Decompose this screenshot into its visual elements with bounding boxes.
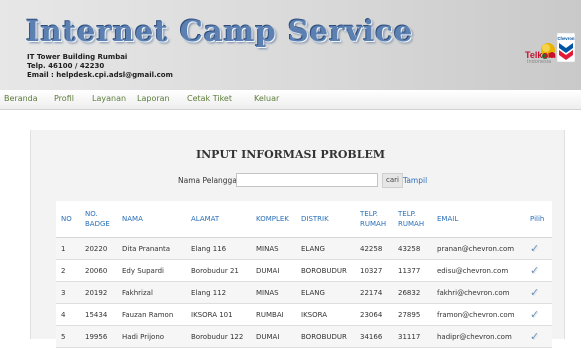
cell-telp-rumah: 34166 — [355, 325, 393, 348]
select-cell: ✓ — [525, 237, 552, 260]
cell-distrik: BOROBUDUR — [296, 325, 355, 348]
site-header: Internet Camp Service IT Tower Building … — [0, 0, 581, 90]
cell-distrik: ELANG — [296, 281, 355, 304]
contact-phone: Telp. 46100 / 42230 — [27, 62, 105, 70]
main-nav: Beranda Profil Layanan Laporan Cetak Tik… — [0, 90, 581, 110]
col-header-nama: NAMA — [117, 201, 186, 238]
search-button[interactable]: cari — [382, 173, 403, 188]
customer-name-input[interactable] — [236, 173, 378, 187]
cell-badge: 20192 — [80, 281, 117, 304]
nav-item-laporan[interactable]: Laporan — [137, 94, 170, 103]
cell-komplek: DUMAI — [251, 325, 296, 348]
nav-item-layanan[interactable]: Layanan — [92, 94, 126, 103]
nav-item-keluar[interactable]: Keluar — [254, 94, 279, 103]
table-header-row: NO NO. BADGE NAMA ALAMAT KOMPLEK DISTRIK… — [56, 201, 552, 238]
contact-email: Email : helpdesk.cpi.adsl@gmail.com — [27, 71, 173, 79]
col-header-email: EMAIL — [432, 201, 525, 238]
checkmark-icon[interactable]: ✓ — [530, 242, 539, 255]
show-all-link[interactable]: Tampil — [403, 176, 427, 185]
cell-telp-rumah-2: 31117 — [393, 325, 432, 348]
cell-badge: 15434 — [80, 303, 117, 326]
cell-nama: Edy Supardi — [117, 259, 186, 282]
search-label: Nama Pelanggan — [178, 176, 242, 185]
col-header-telp-rumah: TELP. RUMAH — [355, 201, 393, 238]
cell-alamat: Elang 116 — [186, 237, 251, 260]
cell-komplek: MINAS — [251, 237, 296, 260]
checkmark-icon[interactable]: ✓ — [530, 286, 539, 299]
nav-item-beranda[interactable]: Beranda — [4, 94, 38, 103]
site-title: Internet Camp Service — [26, 14, 414, 48]
cell-email: hadipr@chevron.com — [432, 325, 525, 348]
cell-no: 4 — [56, 303, 80, 326]
cell-alamat: Borobudur 21 — [186, 259, 251, 282]
select-cell: ✓ — [525, 303, 552, 326]
cell-telp-rumah-2: 11377 — [393, 259, 432, 282]
select-cell: ✓ — [525, 259, 552, 282]
cell-no: 2 — [56, 259, 80, 282]
nav-item-profil[interactable]: Profil — [54, 94, 74, 103]
chevron-logo-icon: Chevron — [556, 32, 575, 63]
col-header-alamat: ALAMAT — [186, 201, 251, 238]
checkmark-icon[interactable]: ✓ — [530, 264, 539, 277]
cell-nama: Fauzan Ramon — [117, 303, 186, 326]
cell-alamat: Elang 112 — [186, 281, 251, 304]
svg-text:Chevron: Chevron — [558, 36, 575, 41]
col-header-telp-rumah-2: TELP. RUMAH — [393, 201, 432, 238]
cell-telp-rumah: 10327 — [355, 259, 393, 282]
table-row: 2 20060 Edy Supardi Borobudur 21 DUMAI B… — [56, 259, 552, 282]
cell-telp-rumah-2: 26832 — [393, 281, 432, 304]
cell-no: 1 — [56, 237, 80, 260]
cell-badge: 19956 — [80, 325, 117, 348]
page-title: INPUT INFORMASI PROBLEM — [195, 148, 386, 161]
cell-email: framon@chevron.com — [432, 303, 525, 326]
cell-distrik: ELANG — [296, 237, 355, 260]
cell-email: pranan@chevron.com — [432, 237, 525, 260]
table-row: 1 20220 Dita Prananta Elang 116 MINAS EL… — [56, 237, 552, 260]
select-cell: ✓ — [525, 281, 552, 304]
cell-komplek: MINAS — [251, 281, 296, 304]
checkmark-icon[interactable]: ✓ — [530, 308, 539, 321]
cell-telp-rumah: 23064 — [355, 303, 393, 326]
cell-telp-rumah: 22174 — [355, 281, 393, 304]
col-header-no: NO — [56, 201, 80, 238]
customer-table: NO NO. BADGE NAMA ALAMAT KOMPLEK DISTRIK… — [56, 201, 552, 348]
cell-no: 5 — [56, 325, 80, 348]
cell-nama: Hadi Prijono — [117, 325, 186, 348]
cell-telp-rumah-2: 27895 — [393, 303, 432, 326]
cell-nama: Fakhrizal — [117, 281, 186, 304]
contact-address: IT Tower Building Rumbai — [27, 53, 128, 61]
nav-item-cetak-tiket[interactable]: Cetak Tiket — [187, 94, 232, 103]
checkmark-icon[interactable]: ✓ — [530, 330, 539, 343]
col-header-pilih: Pilih — [525, 201, 552, 238]
cell-email: fakhri@chevron.com — [432, 281, 525, 304]
table-row: 5 19956 Hadi Prijono Borobudur 122 DUMAI… — [56, 325, 552, 348]
select-cell: ✓ — [525, 325, 552, 348]
cell-nama: Dita Prananta — [117, 237, 186, 260]
contact-info: IT Tower Building Rumbai Telp. 46100 / 4… — [27, 53, 173, 80]
cell-badge: 20060 — [80, 259, 117, 282]
col-header-badge: NO. BADGE — [80, 201, 117, 238]
cell-komplek: DUMAI — [251, 259, 296, 282]
table-row: 4 15434 Fauzan Ramon IKSORA 101 RUMBAI I… — [56, 303, 552, 326]
table-row: 3 20192 Fakhrizal Elang 112 MINAS ELANG … — [56, 281, 552, 304]
cell-distrik: IKSORA — [296, 303, 355, 326]
cell-email: edisu@chevron.com — [432, 259, 525, 282]
cell-alamat: IKSORA 101 — [186, 303, 251, 326]
cell-distrik: BOROBUDUR — [296, 259, 355, 282]
cell-telp-rumah: 42258 — [355, 237, 393, 260]
cell-alamat: Borobudur 122 — [186, 325, 251, 348]
cell-telp-rumah-2: 43258 — [393, 237, 432, 260]
cell-komplek: RUMBAI — [251, 303, 296, 326]
cell-no: 3 — [56, 281, 80, 304]
telkom-logo-sub: Indonesia — [527, 59, 552, 65]
cell-badge: 20220 — [80, 237, 117, 260]
col-header-distrik: DISTRIK — [296, 201, 355, 238]
col-header-komplek: KOMPLEK — [251, 201, 296, 238]
